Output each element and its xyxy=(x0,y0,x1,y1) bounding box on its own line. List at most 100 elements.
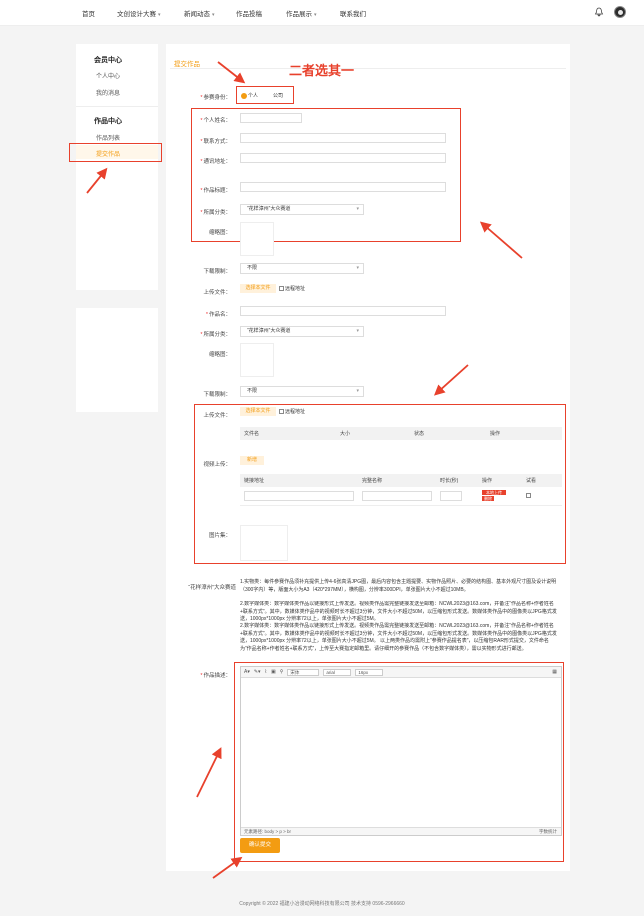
checkbox-icon xyxy=(279,409,284,415)
tab-divider xyxy=(170,68,566,69)
video-col-url: 链接地址 xyxy=(240,474,358,487)
identity-option-personal[interactable]: 个人 xyxy=(241,92,258,99)
category-select-value: “花样漳州”大众赛道 xyxy=(247,206,291,212)
file-table: 文件名 大小 状态 操作 xyxy=(240,427,562,440)
contest-description-label: “花样漳州”大众赛道 xyxy=(188,585,236,591)
video-table: 链接地址 完整名称 时长(秒) 操作 试看 本地上传 删除 xyxy=(240,474,562,506)
remote-url-text: 远程地址 xyxy=(285,286,306,292)
remote2-url-text: 远程地址 xyxy=(285,409,306,415)
identity-label: *参赛身份： xyxy=(200,95,231,101)
video-upload-label: 视频上传： xyxy=(203,462,231,468)
download2-select[interactable]: 不限 ▾ xyxy=(240,386,364,397)
identity-option-company[interactable]: 公司 xyxy=(273,92,283,99)
category-label: *所属分类： xyxy=(200,210,231,216)
chevron-down-icon: ▾ xyxy=(356,328,359,334)
title-input[interactable] xyxy=(240,182,446,192)
download2-label: 下载限制： xyxy=(203,392,231,398)
nav-contest-label: 文创设计大赛 xyxy=(117,11,156,18)
category2-select[interactable]: “花样漳州”大众赛道 ▾ xyxy=(240,326,364,337)
chevron-down-icon: ▾ xyxy=(356,265,359,271)
name-label-text: 个人姓名： xyxy=(203,118,231,124)
content-label-text: 作品描述： xyxy=(203,673,231,679)
chevron-down-icon: ▾ xyxy=(356,388,359,394)
upload2-file-button[interactable]: 选择本文件 xyxy=(240,407,276,416)
remote-url-checkbox[interactable]: 远程地址 xyxy=(279,285,305,292)
thumb-label: 缩略图： xyxy=(208,230,231,236)
tab-submit-works[interactable]: 提交作品 xyxy=(174,58,200,68)
video-col-preview: 试看 xyxy=(522,474,562,487)
sidebar-item-works-list[interactable]: 作品列表 xyxy=(96,133,120,142)
file-col-name: 文件名 xyxy=(240,427,336,440)
sidebar-item-personal[interactable]: 个人中心 xyxy=(96,71,120,80)
video-name-input[interactable] xyxy=(362,490,432,501)
nav-contact[interactable]: 联系我们 xyxy=(340,8,366,18)
video-add-button[interactable]: 新增 xyxy=(240,456,264,465)
name-input[interactable] xyxy=(240,113,302,123)
thumb2-label: 缩略图： xyxy=(208,352,231,358)
nav-home[interactable]: 首页 xyxy=(82,8,95,18)
radio-checked-icon xyxy=(241,92,247,99)
chevron-down-icon: ▾ xyxy=(356,206,359,212)
sidebar-divider xyxy=(76,106,158,107)
annotation-box-personal xyxy=(191,108,461,242)
description-paragraph-3: 2.数字媒体类：数字媒体类作品以链接形式上传发送。视频类作品需完整链接发送至邮箱… xyxy=(240,623,557,652)
work-name-input[interactable] xyxy=(240,306,446,316)
top-navbar: 首页 文创设计大赛 ▾ 新闻动态 ▾ 作品投稿 作品展示 ▾ 联系我们 xyxy=(0,0,644,26)
video-cell-preview xyxy=(522,487,562,506)
avatar[interactable] xyxy=(614,6,626,18)
address-label: *通讯地址： xyxy=(200,159,231,165)
annotation-text: 二者选其一 xyxy=(289,64,355,79)
sidebar-title-member: 会员中心 xyxy=(94,57,122,64)
address-label-text: 通讯地址： xyxy=(203,159,231,165)
title-label-text: 作品标题： xyxy=(203,188,231,194)
bell-icon[interactable] xyxy=(594,7,604,17)
category-select[interactable]: “花样漳州”大众赛道 ▾ xyxy=(240,204,364,215)
sidebar-item-messages[interactable]: 我的消息 xyxy=(96,88,120,97)
video-cell-duration xyxy=(436,487,478,506)
annotation-box-editor xyxy=(234,662,564,862)
image-set-label: 图片集： xyxy=(208,533,231,539)
video-cell-actions: 本地上传 删除 xyxy=(478,487,522,506)
submit-button[interactable]: 确认提交 xyxy=(240,838,280,853)
address-input[interactable] xyxy=(240,153,446,163)
nav-submit[interactable]: 作品投稿 xyxy=(236,8,262,18)
image-set-upload[interactable] xyxy=(240,525,288,561)
chevron-down-icon: ▾ xyxy=(314,12,317,18)
sidebar-title-works: 作品中心 xyxy=(94,118,122,125)
file-table-header: 文件名 大小 状态 操作 xyxy=(240,427,562,440)
nav-contest[interactable]: 文创设计大赛 ▾ xyxy=(117,8,161,18)
video-cell-url xyxy=(240,487,358,506)
local-upload-button[interactable]: 本地上传 xyxy=(482,490,506,496)
thumb2-upload[interactable] xyxy=(240,343,274,377)
name-label: *个人姓名： xyxy=(200,118,231,124)
download-select[interactable]: 不限 ▾ xyxy=(240,263,364,274)
footer-copyright: Copyright © 2022 福建小冶漫动网络科技有限公司 技术支持 059… xyxy=(239,901,405,907)
title-label: *作品标题： xyxy=(200,188,231,194)
video-duration-input[interactable] xyxy=(440,490,462,501)
video-cell-name xyxy=(358,487,436,506)
delete-button[interactable]: 删除 xyxy=(482,496,494,502)
sidebar-card-empty xyxy=(76,308,158,412)
download-label: 下载限制： xyxy=(203,269,231,275)
annotation-box-sidebar xyxy=(69,143,162,162)
phone-label-text: 联系方式： xyxy=(203,139,231,145)
file-col-size: 大小 xyxy=(336,427,410,440)
phone-input[interactable] xyxy=(240,133,446,143)
download-select-value: 不限 xyxy=(247,265,258,271)
nav-news[interactable]: 新闻动态 ▾ xyxy=(184,8,215,18)
file-col-actions: 操作 xyxy=(486,427,562,440)
video-url-input[interactable] xyxy=(244,490,354,501)
preview-checkbox[interactable] xyxy=(526,492,531,498)
nav-showcase-label: 作品展示 xyxy=(286,11,312,18)
checkbox-icon xyxy=(279,286,284,292)
thumb-upload[interactable] xyxy=(240,222,274,256)
download2-select-value: 不限 xyxy=(247,388,258,394)
video-col-duration: 时长(秒) xyxy=(436,474,478,487)
nav-showcase[interactable]: 作品展示 ▾ xyxy=(286,8,317,18)
category2-select-value: “花样漳州”大众赛道 xyxy=(247,328,291,334)
remote2-url-checkbox[interactable]: 远程地址 xyxy=(279,408,305,415)
upload-file-button[interactable]: 选择本文件 xyxy=(240,284,276,293)
sidebar xyxy=(76,44,158,290)
category-label-text: 所属分类： xyxy=(203,210,231,216)
phone-label: *联系方式： xyxy=(200,139,231,145)
